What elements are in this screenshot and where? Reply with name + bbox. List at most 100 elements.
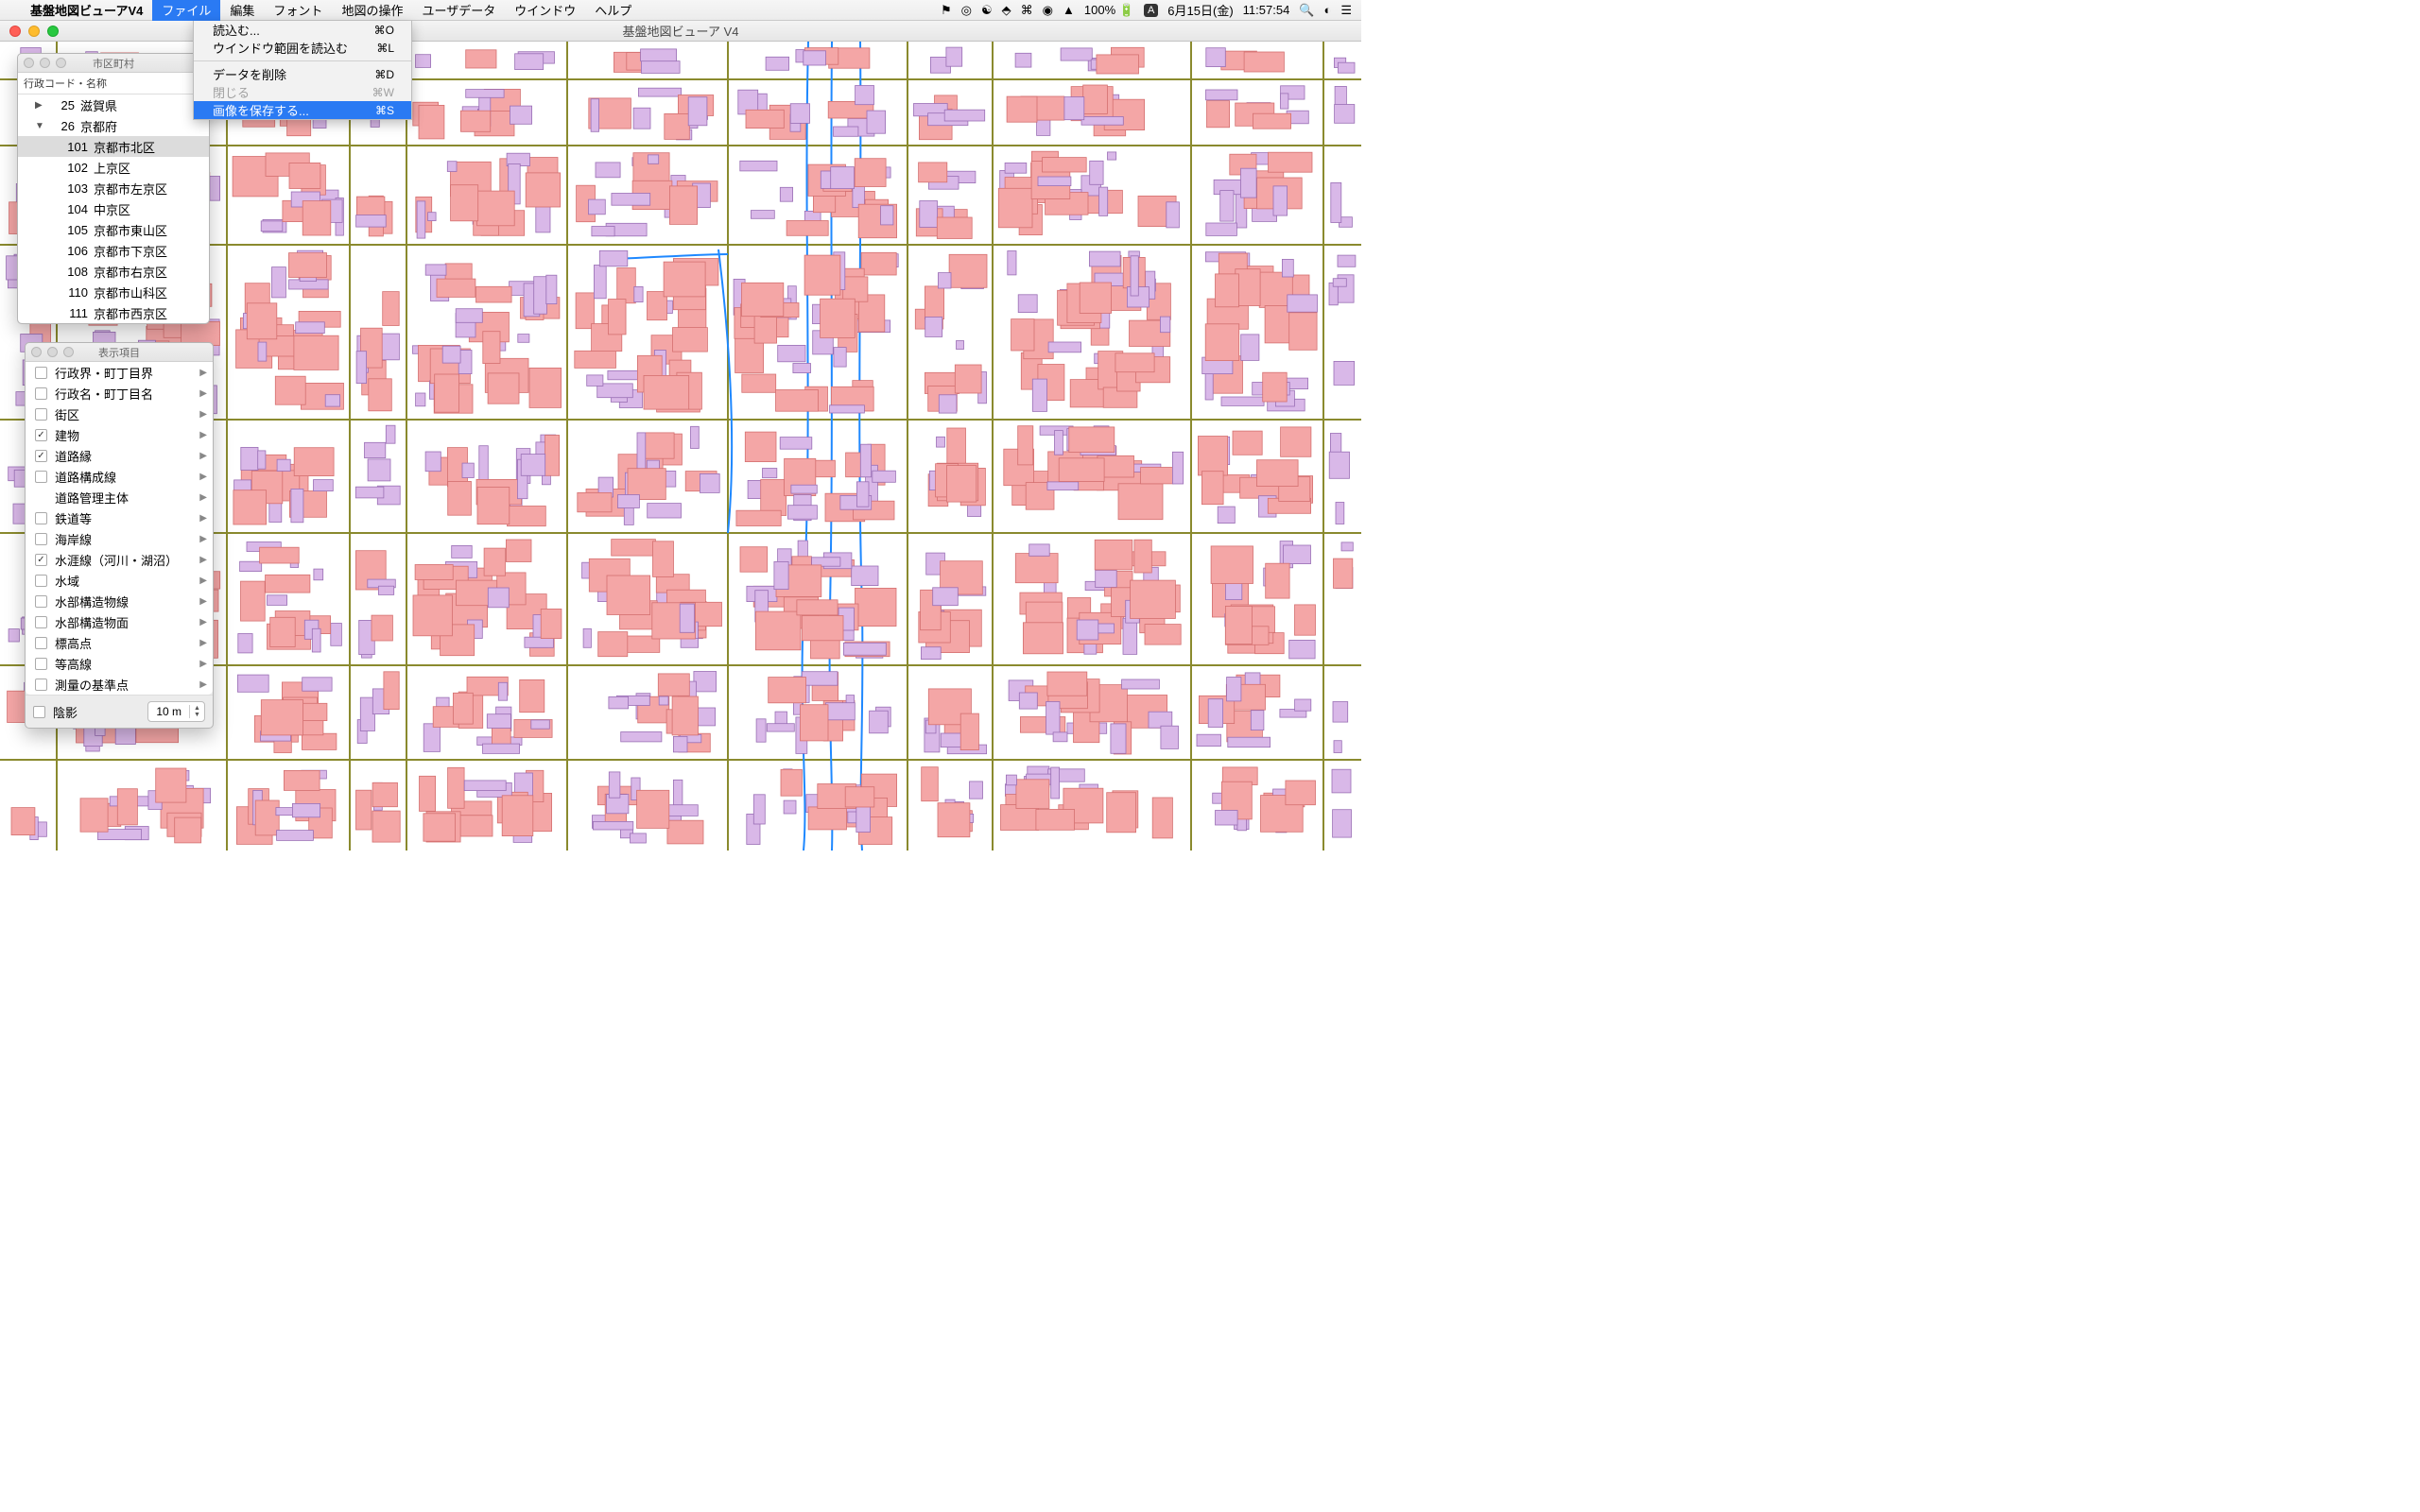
tree-row[interactable]: 111京都市西京区	[18, 302, 209, 323]
chevron-right-icon[interactable]: ▶	[199, 430, 207, 440]
layer-label: 道路構成線	[55, 468, 199, 486]
menu-item-close: 閉じる⌘W	[194, 83, 411, 101]
flag-icon[interactable]: ⚑	[941, 3, 952, 18]
layer-checkbox[interactable]	[35, 616, 47, 628]
bluetooth-icon[interactable]: ⌘	[1021, 3, 1033, 18]
layers-panel-titlebar[interactable]: 表示項目	[26, 343, 213, 362]
chevron-right-icon[interactable]: ▶	[199, 596, 207, 607]
chevron-right-icon[interactable]: ▶	[199, 679, 207, 690]
layer-row[interactable]: 測量の基準点▶	[26, 674, 213, 695]
ime-indicator[interactable]: A	[1144, 4, 1158, 17]
shadow-checkbox[interactable]	[33, 706, 45, 718]
layer-checkbox[interactable]	[35, 575, 47, 587]
menu-window[interactable]: ウインドウ	[505, 0, 585, 21]
stepper-up-icon[interactable]: ▲	[190, 705, 204, 712]
layer-checkbox[interactable]	[35, 637, 47, 649]
chevron-right-icon[interactable]: ▶	[199, 638, 207, 648]
layer-row[interactable]: 等高線▶	[26, 653, 213, 674]
layer-row[interactable]: 道路管理主体▶	[26, 487, 213, 507]
chevron-right-icon[interactable]: ▶	[199, 513, 207, 524]
layer-row[interactable]: 標高点▶	[26, 632, 213, 653]
layer-checkbox[interactable]	[35, 679, 47, 691]
battery-status[interactable]: 100% 🔋	[1084, 3, 1134, 18]
layer-checkbox[interactable]	[35, 471, 47, 483]
chevron-right-icon[interactable]: ▶	[199, 451, 207, 461]
menu-font[interactable]: フォント	[264, 0, 332, 21]
stepper-down-icon[interactable]: ▼	[190, 712, 204, 718]
menu-item-delete-data[interactable]: データを削除⌘D	[194, 65, 411, 83]
menu-map-ops[interactable]: 地図の操作	[332, 0, 412, 21]
menu-user-data[interactable]: ユーザデータ	[412, 0, 505, 21]
layer-row[interactable]: 道路縁▶	[26, 445, 213, 466]
layer-row[interactable]: 道路構成線▶	[26, 466, 213, 487]
chevron-right-icon[interactable]: ▶	[199, 388, 207, 399]
wifi-icon[interactable]: ◉	[1043, 3, 1053, 18]
menu-item-open[interactable]: 読込む...⌘O	[194, 21, 411, 39]
layer-checkbox[interactable]	[35, 554, 47, 566]
menu-edit[interactable]: 編集	[220, 0, 264, 21]
chevron-right-icon[interactable]: ▶	[199, 534, 207, 544]
tree-row[interactable]: 104中京区	[18, 198, 209, 219]
layer-label: 街区	[55, 405, 199, 423]
chevron-right-icon[interactable]: ▶	[199, 576, 207, 586]
menu-file[interactable]: ファイル	[152, 0, 220, 21]
layer-row[interactable]: 鉄道等▶	[26, 507, 213, 528]
layer-row[interactable]: 水部構造物線▶	[26, 591, 213, 611]
notification-center-icon[interactable]: ☰	[1340, 3, 1352, 18]
tree-row[interactable]: 101京都市北区	[18, 136, 209, 157]
disclosure-icon[interactable]: ▶	[35, 100, 48, 111]
tree-row[interactable]: 106京都市下京区	[18, 240, 209, 261]
tree-row[interactable]: 103京都市左京区	[18, 178, 209, 198]
creative-cloud-icon[interactable]: ◎	[961, 3, 972, 18]
tree-row[interactable]: 105京都市東山区	[18, 219, 209, 240]
layer-row[interactable]: 水部構造物面▶	[26, 611, 213, 632]
layer-checkbox[interactable]	[35, 408, 47, 421]
layer-row[interactable]: 行政名・町丁目名▶	[26, 383, 213, 404]
layer-label: 等高線	[55, 655, 199, 673]
disclosure-icon[interactable]: ▼	[35, 121, 48, 131]
tree-row[interactable]: 110京都市山科区	[18, 282, 209, 302]
dropbox-icon[interactable]: ⬘	[1002, 3, 1011, 18]
chevron-right-icon[interactable]: ▶	[199, 368, 207, 378]
shadow-value-select[interactable]: 10 m ▲▼	[147, 701, 205, 722]
chevron-right-icon[interactable]: ▶	[199, 617, 207, 627]
spotlight-icon[interactable]: 🔍	[1299, 3, 1314, 18]
layer-checkbox[interactable]	[35, 533, 47, 545]
layer-row[interactable]: 街区▶	[26, 404, 213, 424]
municipality-tree[interactable]: ▶25滋賀県▼26京都府101京都市北区102上京区103京都市左京区104中京…	[18, 94, 209, 323]
chevron-right-icon[interactable]: ▶	[199, 659, 207, 669]
app-menu[interactable]: 基盤地図ビューアV4	[21, 1, 152, 19]
tree-row[interactable]: ▼26京都府	[18, 115, 209, 136]
layer-label: 測量の基準点	[55, 676, 199, 694]
time-display[interactable]: 11:57:54	[1243, 3, 1290, 17]
sync-icon[interactable]: ☯	[981, 3, 993, 18]
chevron-right-icon[interactable]: ▶	[199, 492, 207, 503]
layer-checkbox[interactable]	[35, 595, 47, 608]
layer-checkbox[interactable]	[35, 429, 47, 441]
tree-row[interactable]: 108京都市右京区	[18, 261, 209, 282]
date-display[interactable]: 6月15日(金)	[1167, 1, 1233, 19]
municipality-panel-titlebar[interactable]: 市区町村	[18, 54, 209, 73]
layer-row[interactable]: 建物▶	[26, 424, 213, 445]
layer-checkbox[interactable]	[35, 512, 47, 524]
shadow-stepper[interactable]: ▲▼	[189, 705, 204, 718]
layer-row[interactable]: 水域▶	[26, 570, 213, 591]
layer-row[interactable]: 水涯線（河川・湖沼）▶	[26, 549, 213, 570]
menu-item-read-window-range[interactable]: ウインドウ範囲を読込む⌘L	[194, 39, 411, 57]
chevron-right-icon[interactable]: ▶	[199, 555, 207, 565]
admin-name: 京都市東山区	[94, 221, 167, 239]
siri-icon[interactable]: ◐	[1323, 3, 1331, 17]
layer-checkbox[interactable]	[35, 387, 47, 400]
layer-checkbox[interactable]	[35, 367, 47, 379]
chevron-right-icon[interactable]: ▶	[199, 409, 207, 420]
tree-row[interactable]: 102上京区	[18, 157, 209, 178]
tree-row[interactable]: ▶25滋賀県	[18, 94, 209, 115]
layer-checkbox[interactable]	[35, 658, 47, 670]
layer-checkbox[interactable]	[35, 450, 47, 462]
layer-row[interactable]: 海岸線▶	[26, 528, 213, 549]
chevron-right-icon[interactable]: ▶	[199, 472, 207, 482]
volume-icon[interactable]: ▲	[1063, 3, 1075, 17]
layer-row[interactable]: 行政界・町丁目界▶	[26, 362, 213, 383]
menu-item-save-image[interactable]: 画像を保存する...⌘S	[194, 101, 411, 119]
menu-help[interactable]: ヘルプ	[585, 0, 641, 21]
